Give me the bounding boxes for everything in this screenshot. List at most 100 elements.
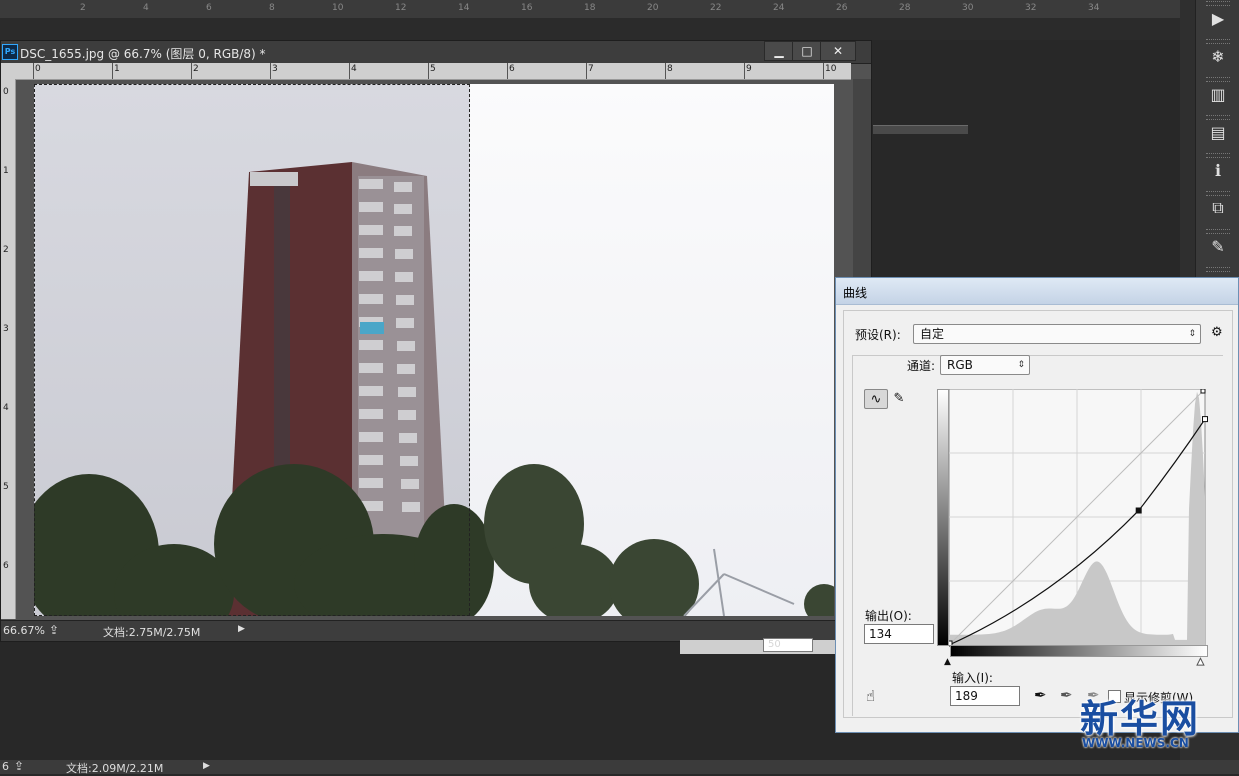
share-icon[interactable]: ⇪ [49, 623, 59, 637]
watermark-logo-text: 新华网 [1080, 697, 1201, 741]
second-status-menu-arrow[interactable]: ▶ [203, 761, 210, 771]
h-ruler-label: 3 [272, 64, 278, 74]
info-icon[interactable]: ℹ [1204, 158, 1232, 182]
v-ruler-label: 3 [3, 324, 9, 334]
curves-dialog: 曲线 预设(R): 自定 ⇕ ⚙ 通道: RGB ⇕ ∿ ✎ ▲ ▲ 输出(O)… [835, 277, 1239, 733]
black-eyedropper-icon[interactable]: ✒ [1034, 686, 1047, 704]
output-label: 输出(O): [865, 609, 912, 623]
h-ruler-tick [349, 63, 350, 79]
preset-dropdown-icon: ⇕ [1188, 329, 1196, 339]
status-menu-arrow[interactable]: ▶ [238, 624, 245, 634]
document-titlebar[interactable]: Ps DSC_1655.jpg @ 66.7% (图层 0, RGB/8) * … [1, 41, 871, 64]
channel-select[interactable]: RGB ⇕ [940, 355, 1030, 375]
channel-value: RGB [947, 358, 973, 372]
top-ruler-label: 34 [1088, 3, 1100, 13]
h-ruler-label: 4 [351, 64, 357, 74]
curves-graph[interactable] [949, 389, 1217, 657]
top-ruler-label: 18 [584, 3, 596, 13]
building-photo [34, 84, 834, 616]
h-ruler-label: 9 [746, 64, 752, 74]
h-ruler-tick [507, 63, 508, 79]
h-ruler-tick [586, 63, 587, 79]
second-zoom-level[interactable]: 6 [2, 760, 9, 773]
curve-point-tool[interactable]: ∿ [864, 389, 888, 409]
black-point-slider[interactable]: ▲ [944, 657, 951, 667]
document-status-bar: 66.67% ⇪ 文档:2.75M/2.75M ▶ [1, 620, 871, 641]
h-ruler-tick [823, 63, 824, 79]
top-ruler-label: 14 [458, 3, 470, 13]
v-ruler-label: 5 [3, 482, 9, 492]
document-window: Ps DSC_1655.jpg @ 66.7% (图层 0, RGB/8) * … [0, 40, 872, 642]
top-ruler-label: 16 [521, 3, 533, 13]
output-field[interactable]: 134 [864, 624, 934, 644]
top-ruler-label: 26 [836, 3, 848, 13]
document-title: DSC_1655.jpg @ 66.7% (图层 0, RGB/8) * [20, 47, 266, 61]
on-image-adjust-icon[interactable]: ☝ [866, 687, 875, 705]
photoshop-icon: Ps [2, 44, 18, 60]
brush-icon[interactable]: ✎ [1204, 234, 1232, 258]
restore-button[interactable]: □ [792, 41, 822, 61]
collapsed-panel [873, 125, 968, 134]
white-point-slider[interactable]: ▲ [1197, 657, 1205, 668]
h-ruler-label: 1 [114, 64, 120, 74]
input-field[interactable]: 189 [950, 686, 1020, 706]
top-ruler-label: 22 [710, 3, 722, 13]
watermark-url: WWW.NEWS.CN [1082, 736, 1189, 750]
top-ruler-label: 10 [332, 3, 344, 13]
partial-value-field[interactable]: 50 [763, 638, 813, 652]
zoom-level[interactable]: 66.67% [3, 624, 45, 637]
photo-canvas[interactable] [34, 84, 834, 616]
h-ruler-label: 6 [509, 64, 515, 74]
h-ruler-tick [270, 63, 271, 79]
h-ruler-label: 0 [35, 64, 41, 74]
play-icon[interactable]: ▶ [1204, 6, 1232, 30]
h-ruler-tick [33, 63, 34, 79]
top-ruler-label: 12 [395, 3, 407, 13]
h-ruler-label: 2 [193, 64, 199, 74]
workspace-gap [0, 18, 1180, 40]
output-gradient-bar [937, 389, 949, 646]
input-label: 输入(I): [952, 671, 993, 685]
top-ruler: 2 4 6 8 10 12 14 16 18 20 22 24 26 28 30 32 34 [0, 0, 1180, 19]
canvas-area[interactable] [16, 80, 851, 619]
preset-value: 自定 [920, 327, 945, 341]
pencil-tool[interactable]: ✎ [888, 389, 910, 407]
minimize-button[interactable]: ▁ [764, 41, 794, 61]
gear-icon[interactable]: ⚙ [1211, 325, 1223, 340]
layers-icon[interactable]: ⧉ [1204, 196, 1232, 220]
pencil-icon: ✎ [893, 390, 905, 406]
h-ruler-tick [665, 63, 666, 79]
h-ruler-tick [191, 63, 192, 79]
horizontal-ruler[interactable]: 0 1 2 3 4 5 6 7 8 9 10 [15, 63, 851, 80]
second-share-icon[interactable]: ⇪ [14, 759, 24, 773]
histogram-icon[interactable]: ▥ [1204, 82, 1232, 106]
top-ruler-label: 6 [206, 3, 212, 13]
top-ruler-label: 8 [269, 3, 275, 13]
ruler-origin[interactable] [1, 63, 16, 80]
h-ruler-label: 5 [430, 64, 436, 74]
gray-eyedropper-icon[interactable]: ✒ [1060, 686, 1073, 704]
input-gradient-bar [950, 645, 1208, 657]
preset-select[interactable]: 自定 ⇕ [913, 324, 1201, 344]
h-ruler-tick [428, 63, 429, 79]
snowflake-icon[interactable]: ❄ [1204, 44, 1232, 68]
curves-body: 预设(R): 自定 ⇕ ⚙ 通道: RGB ⇕ ∿ ✎ ▲ ▲ 输出(O): 1… [843, 310, 1233, 718]
curve-icon: ∿ [870, 391, 882, 407]
curve-control-point[interactable] [1135, 507, 1142, 514]
curves-titlebar[interactable]: 曲线 [836, 278, 1238, 305]
curve-endpoint-white[interactable] [1202, 416, 1208, 423]
white-point-marker[interactable] [1200, 389, 1206, 394]
curves-title: 曲线 [843, 286, 868, 300]
watermark: 新华网 WWW.NEWS.CN [1080, 688, 1210, 758]
top-ruler-label: 20 [647, 3, 659, 13]
close-button[interactable]: ✕ [820, 41, 856, 61]
partial-panel-strip: 50 [680, 638, 835, 654]
panel-dock: ▶❄▥▤ℹ⧉✎☰ [1195, 0, 1239, 294]
top-ruler-label: 4 [143, 3, 149, 13]
doc-size: 文档:2.75M/2.75M [103, 626, 201, 639]
vertical-ruler[interactable]: 0 1 2 3 4 5 6 [1, 79, 16, 619]
swatch-icon[interactable]: ▤ [1204, 120, 1232, 144]
h-ruler-label: 7 [588, 64, 594, 74]
preset-label: 预设(R): [855, 328, 901, 342]
v-ruler-label: 4 [3, 403, 9, 413]
